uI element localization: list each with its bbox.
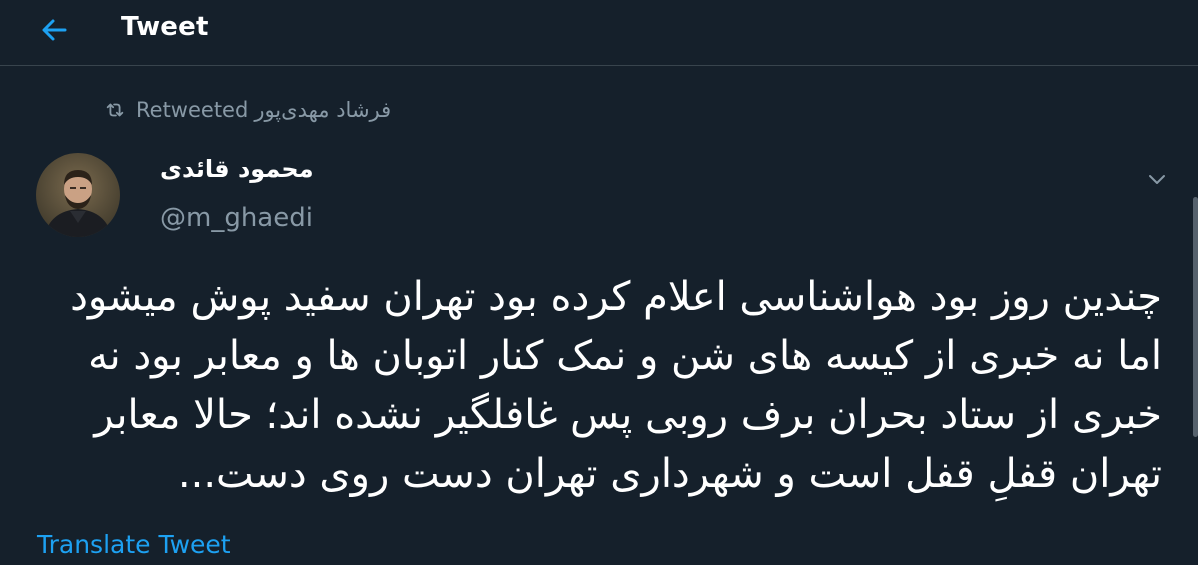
tweet-body: چندین روز بود هواشناسی اعلام کرده بود ته… bbox=[32, 268, 1162, 504]
avatar[interactable] bbox=[36, 153, 120, 237]
retweeted-label: Retweeted bbox=[136, 98, 249, 122]
retweet-icon bbox=[106, 103, 124, 117]
tweet-options-button[interactable] bbox=[1146, 168, 1168, 190]
chevron-down-icon bbox=[1149, 175, 1165, 184]
tweet-text-line: خبری از ستاد بحران برف روبی پس غافلگیر ن… bbox=[94, 392, 1162, 438]
retweeted-by-name[interactable]: فرشاد مهدی‌پور bbox=[254, 98, 391, 122]
arrow-left-icon bbox=[42, 19, 67, 41]
tweet-text-line: تهران قفلِ قفل است و شهرداری تهران دست ر… bbox=[177, 451, 1162, 497]
header-bar: Tweet bbox=[0, 0, 1198, 66]
scrollbar-thumb[interactable] bbox=[1193, 197, 1198, 437]
tweet-page: Tweet Retweeted فرشاد مهدی‌پور محمو bbox=[0, 0, 1198, 565]
tweet-text-line: چندین روز بود هواشناسی اعلام کرده بود ته… bbox=[70, 274, 1162, 320]
page-title: Tweet bbox=[121, 12, 209, 42]
translate-tweet-link[interactable]: Translate Tweet bbox=[37, 530, 231, 559]
author-handle[interactable]: @m_ghaedi bbox=[160, 203, 313, 233]
profile-photo bbox=[36, 153, 120, 237]
tweet-text-line: اما نه خبری از کیسه های شن و نمک کنار ات… bbox=[88, 333, 1162, 379]
author-display-name[interactable]: محمود قائدی bbox=[160, 155, 314, 183]
retweet-context: Retweeted فرشاد مهدی‌پور bbox=[104, 95, 391, 125]
back-button[interactable] bbox=[38, 14, 70, 46]
